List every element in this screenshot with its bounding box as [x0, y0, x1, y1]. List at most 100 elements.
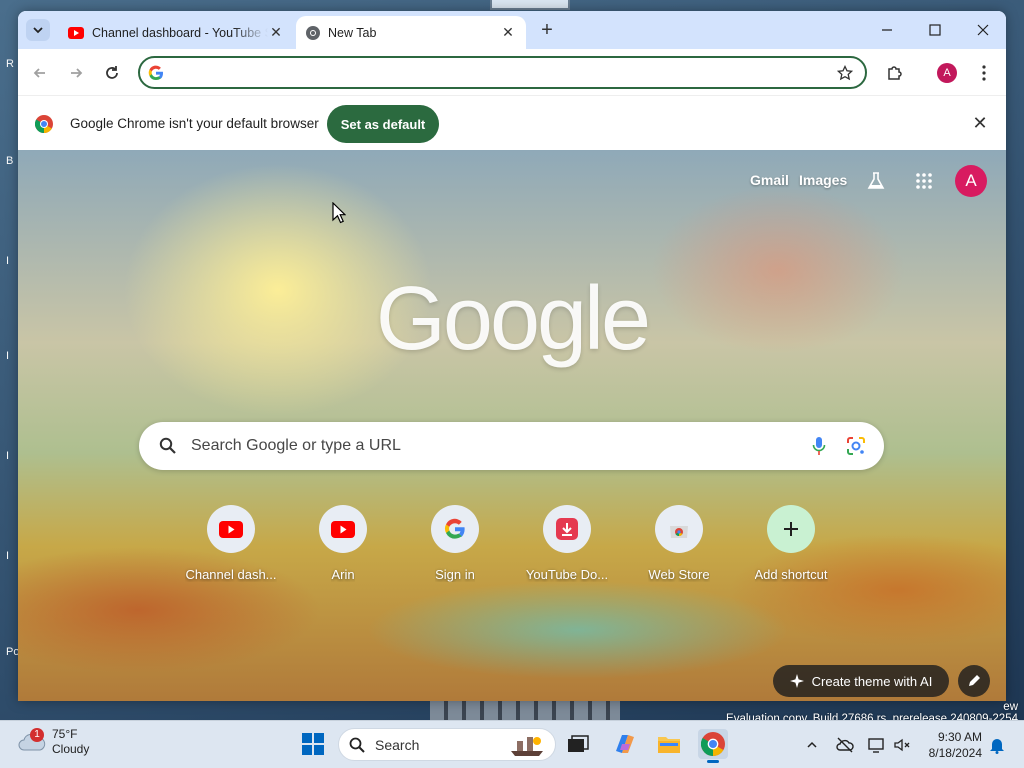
desktop-label-fragment: I	[6, 550, 10, 562]
tab-title: New Tab	[328, 25, 377, 40]
google-g-icon	[444, 518, 465, 539]
plus-icon: +	[541, 19, 553, 41]
weather-temp: 75°F	[52, 727, 78, 741]
copilot-icon	[616, 735, 634, 753]
onedrive-tray-button[interactable]	[834, 734, 856, 756]
clock-time: 9:30 AM	[937, 730, 982, 744]
shortcut-icon-wrap	[319, 505, 367, 553]
sparkle-icon	[789, 674, 804, 688]
puzzle-icon	[888, 66, 902, 80]
images-link[interactable]: Images	[799, 172, 847, 188]
new-tab-page: Gmail Images A Google Search Google or t…	[18, 150, 1006, 701]
system-clock[interactable]: 9:30 AM 8/18/2024	[924, 729, 982, 761]
desktop-window-peek	[430, 700, 620, 722]
chrome-window: Channel dashboard - YouTube Studio ✕ New…	[18, 11, 1006, 701]
windows-logo-icon	[302, 733, 324, 755]
file-explorer-button[interactable]	[654, 729, 684, 759]
desktop-label-fragment: I	[6, 450, 10, 462]
youtube-icon	[68, 26, 84, 39]
gmail-link[interactable]: Gmail	[750, 172, 789, 188]
shortcut-label: Add shortcut	[754, 567, 828, 582]
shortcut-tile[interactable]: Sign in	[399, 505, 511, 582]
desktop-label-fragment: I	[6, 255, 10, 267]
add-shortcut-tile[interactable]: Add shortcut	[735, 505, 847, 582]
taskbar-search[interactable]: Search	[338, 728, 556, 761]
chrome-logo-icon	[35, 115, 53, 133]
cloud-icon: 1	[18, 728, 46, 754]
show-hidden-icons-button[interactable]	[801, 734, 823, 756]
close-window-button[interactable]	[960, 17, 1006, 43]
maximize-icon	[929, 24, 941, 36]
close-infobar-icon[interactable]: ✕	[970, 114, 990, 134]
profile-button[interactable]: A	[934, 60, 960, 86]
shortcut-icon-wrap	[431, 505, 479, 553]
running-indicator	[707, 760, 719, 763]
weather-widget[interactable]: 1 75°F Cloudy	[18, 727, 89, 757]
arrow-left-icon	[33, 68, 45, 78]
google-apps-button[interactable]	[911, 168, 937, 194]
new-tab-button[interactable]: +	[536, 20, 558, 42]
weather-condition: Cloudy	[52, 742, 90, 756]
task-view-button[interactable]	[563, 729, 593, 759]
shortcut-tile[interactable]: YouTube Do...	[511, 505, 623, 582]
task-view-icon	[568, 735, 589, 752]
search-input[interactable]	[191, 435, 791, 457]
network-tray-button[interactable]	[866, 734, 888, 756]
shortcut-icon-wrap	[543, 505, 591, 553]
youtube-icon	[331, 520, 355, 538]
monitor-icon	[868, 738, 884, 753]
folder-icon	[658, 737, 680, 753]
tab-title: Channel dashboard - YouTube Studio	[92, 25, 268, 40]
create-theme-label: Create theme with AI	[811, 673, 933, 689]
reload-button[interactable]	[100, 61, 124, 85]
star-icon[interactable]	[837, 65, 853, 81]
minimize-icon	[882, 29, 892, 31]
mouse-cursor-icon	[332, 202, 346, 224]
google-lens-icon[interactable]	[846, 436, 866, 456]
shortcut-tile[interactable]: Web Store	[623, 505, 735, 582]
extensions-button[interactable]	[882, 60, 908, 86]
customize-chrome-button[interactable]	[958, 665, 990, 697]
desktop-label-fragment: R	[6, 58, 14, 70]
set-as-default-button[interactable]: Set as default	[327, 105, 439, 143]
google-g-icon	[148, 65, 163, 81]
notifications-button[interactable]	[986, 734, 1008, 756]
tab-new-tab[interactable]: New Tab ✕	[296, 16, 526, 49]
kebab-menu-icon	[982, 65, 986, 81]
tab-search-button[interactable]	[26, 19, 50, 41]
microphone-icon[interactable]	[812, 436, 826, 456]
avatar: A	[937, 63, 957, 83]
close-tab-icon[interactable]: ✕	[268, 24, 284, 41]
volume-tray-button[interactable]	[891, 734, 913, 756]
clock-date: 8/18/2024	[928, 746, 982, 760]
address-input[interactable]	[170, 62, 820, 84]
forward-button[interactable]	[64, 61, 88, 85]
close-icon	[977, 24, 989, 36]
shortcut-label: Arin	[331, 567, 355, 582]
desktop-window-peek	[490, 0, 570, 10]
chevron-up-icon	[807, 741, 817, 748]
close-tab-icon[interactable]: ✕	[500, 24, 516, 41]
chrome-menu-button[interactable]	[971, 60, 997, 86]
shortcut-tile[interactable]: Arin	[287, 505, 399, 582]
account-avatar[interactable]: A	[955, 165, 987, 197]
start-button[interactable]	[298, 729, 328, 759]
tab-strip: Channel dashboard - YouTube Studio ✕ New…	[18, 11, 1006, 49]
youtube-icon	[219, 520, 243, 538]
back-button[interactable]	[28, 61, 52, 85]
taskbar-search-label: Search	[375, 736, 420, 753]
shortcut-icon-wrap	[207, 505, 255, 553]
chrome-taskbar-button[interactable]	[698, 729, 728, 763]
watermark-line: ew	[1003, 701, 1018, 713]
address-bar[interactable]	[138, 56, 867, 89]
tab-youtube-studio[interactable]: Channel dashboard - YouTube Studio ✕	[58, 16, 294, 49]
create-theme-ai-button[interactable]: Create theme with AI	[773, 665, 949, 697]
copilot-button[interactable]	[610, 729, 640, 759]
shortcut-tile[interactable]: Channel dash...	[175, 505, 287, 582]
shortcut-icon-wrap	[767, 505, 815, 553]
maximize-button[interactable]	[912, 17, 958, 43]
ntp-search-box[interactable]	[139, 422, 884, 470]
minimize-button[interactable]	[864, 17, 910, 43]
shortcut-label: Sign in	[435, 567, 475, 582]
labs-button[interactable]	[863, 168, 889, 194]
